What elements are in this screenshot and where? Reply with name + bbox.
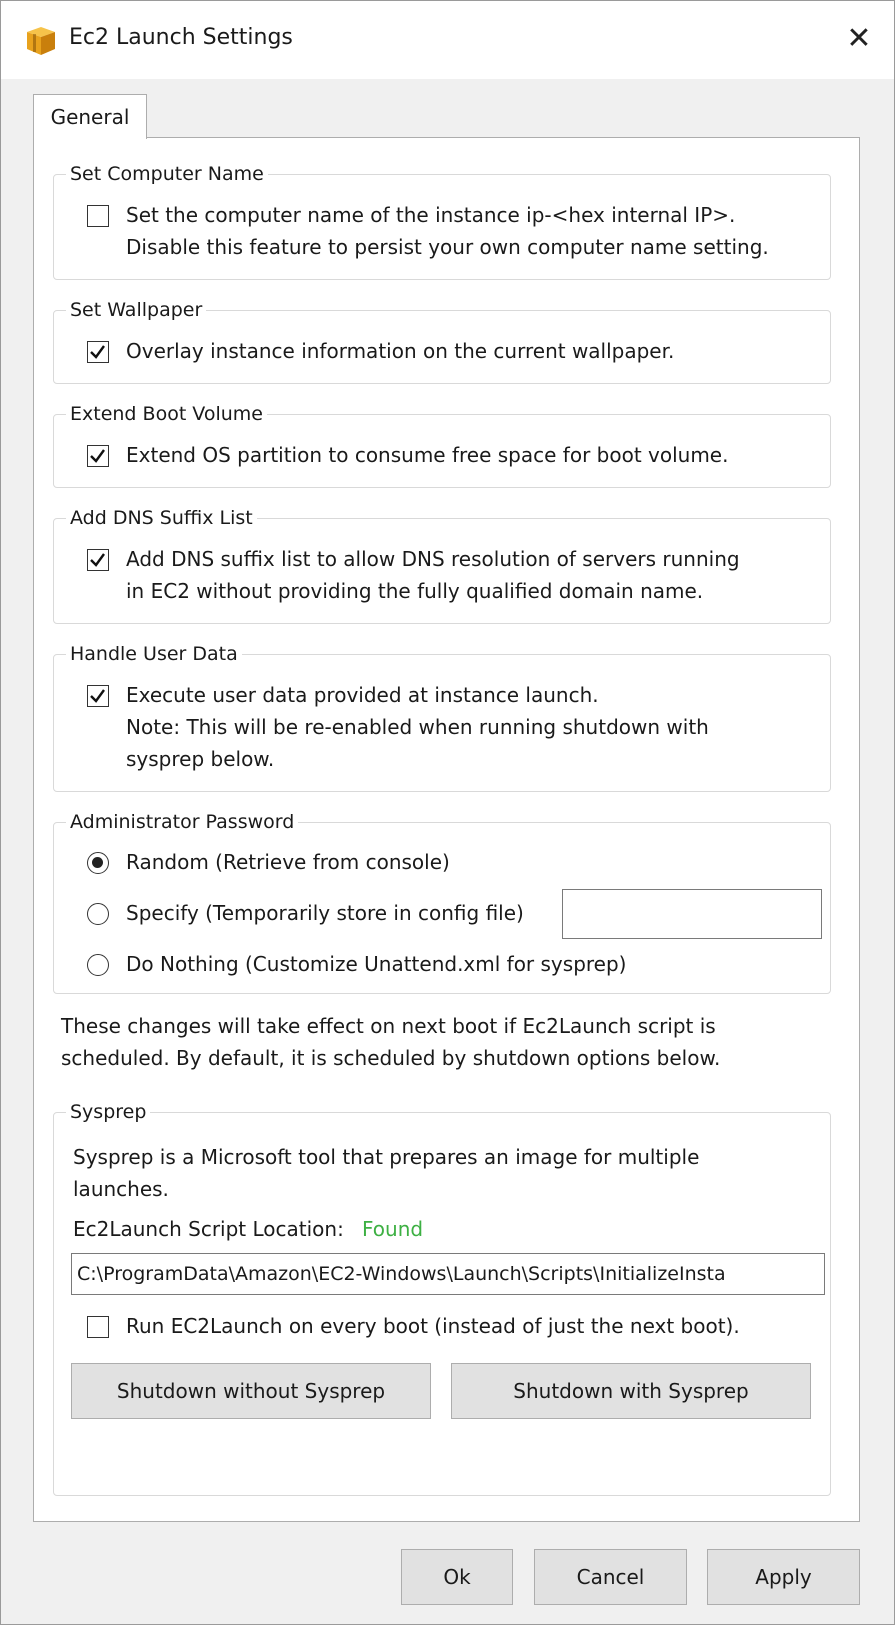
boot-volume-checkbox[interactable] — [87, 445, 109, 467]
random-password-radio[interactable] — [87, 852, 109, 874]
radio-label: Do Nothing (Customize Unattend.xml for s… — [126, 952, 627, 976]
ec2-box-icon — [25, 26, 57, 56]
tab-general[interactable]: General — [33, 94, 147, 139]
apply-button[interactable]: Apply — [707, 1549, 860, 1605]
group-legend: Set Wallpaper — [66, 297, 207, 323]
user-data-checkbox[interactable] — [87, 685, 109, 707]
cancel-button[interactable]: Cancel — [534, 1549, 687, 1605]
checkbox-label: Set the computer name of the instance ip… — [126, 203, 736, 227]
checkbox-description: Disable this feature to persist your own… — [126, 235, 769, 259]
radio-dot — [92, 857, 103, 868]
script-location-status: Found — [362, 1217, 424, 1241]
wallpaper-group: Set Wallpaper Overlay instance informati… — [53, 297, 831, 384]
dns-suffix-group: Add DNS Suffix List Add DNS suffix list … — [53, 505, 831, 624]
ok-button[interactable]: Ok — [401, 1549, 513, 1605]
group-legend: Extend Boot Volume — [66, 401, 267, 427]
checkbox-note: Note: This will be re-enabled when runni… — [126, 715, 709, 739]
checkbox-label: Overlay instance information on the curr… — [126, 339, 675, 363]
dns-suffix-checkbox[interactable] — [87, 549, 109, 571]
window-title: Ec2 Launch Settings — [69, 25, 293, 50]
group-legend: Sysprep — [66, 1099, 151, 1125]
specify-password-radio[interactable] — [87, 903, 109, 925]
checkbox-label: Execute user data provided at instance l… — [126, 683, 599, 707]
notice-text: scheduled. By default, it is scheduled b… — [61, 1046, 721, 1070]
sysprep-description: Sysprep is a Microsoft tool that prepare… — [73, 1145, 700, 1169]
group-legend: Handle User Data — [66, 641, 242, 667]
computer-name-group: Set Computer Name Set the computer name … — [53, 161, 831, 280]
checkmark-icon — [90, 553, 105, 567]
checkbox-note: sysprep below. — [126, 747, 275, 771]
shutdown-with-sysprep-button[interactable]: Shutdown with Sysprep — [451, 1363, 811, 1419]
radio-label: Specify (Temporarily store in config fil… — [126, 901, 524, 925]
computer-name-checkbox[interactable] — [87, 205, 109, 227]
group-legend: Add DNS Suffix List — [66, 505, 257, 531]
checkmark-icon — [90, 449, 105, 463]
every-boot-label: Run EC2Launch on every boot (instead of … — [126, 1314, 740, 1338]
user-data-group: Handle User Data Execute user data provi… — [53, 641, 831, 792]
sysprep-description: launches. — [73, 1177, 169, 1201]
boot-volume-group: Extend Boot Volume Extend OS partition t… — [53, 401, 831, 488]
shutdown-without-sysprep-button[interactable]: Shutdown without Sysprep — [71, 1363, 431, 1419]
checkbox-label: Extend OS partition to consume free spac… — [126, 443, 729, 467]
radio-label: Random (Retrieve from console) — [126, 850, 450, 874]
checkmark-icon — [90, 345, 105, 359]
wallpaper-checkbox[interactable] — [87, 341, 109, 363]
group-legend: Set Computer Name — [66, 161, 268, 187]
ec2-launch-settings-window: Ec2 Launch Settings ✕ General Set Comput… — [0, 0, 895, 1625]
title-bar: Ec2 Launch Settings ✕ — [1, 1, 894, 79]
every-boot-checkbox[interactable] — [87, 1316, 109, 1338]
general-tab-panel: Set Computer Name Set the computer name … — [33, 137, 860, 1522]
notice-text: These changes will take effect on next b… — [61, 1014, 716, 1038]
checkbox-description: in EC2 without providing the fully quali… — [126, 579, 704, 603]
group-legend: Administrator Password — [66, 809, 299, 835]
do-nothing-radio[interactable] — [87, 954, 109, 976]
checkmark-icon — [90, 689, 105, 703]
script-path-field[interactable]: C:\ProgramData\Amazon\EC2-Windows\Launch… — [71, 1253, 825, 1295]
admin-password-group: Administrator Password Random (Retrieve … — [53, 809, 831, 994]
script-location-label: Ec2Launch Script Location: — [73, 1217, 344, 1241]
specify-password-input[interactable] — [562, 889, 822, 939]
sysprep-group: Sysprep Sysprep is a Microsoft tool that… — [53, 1099, 831, 1496]
close-icon[interactable]: ✕ — [837, 19, 881, 59]
checkbox-label: Add DNS suffix list to allow DNS resolut… — [126, 547, 740, 571]
